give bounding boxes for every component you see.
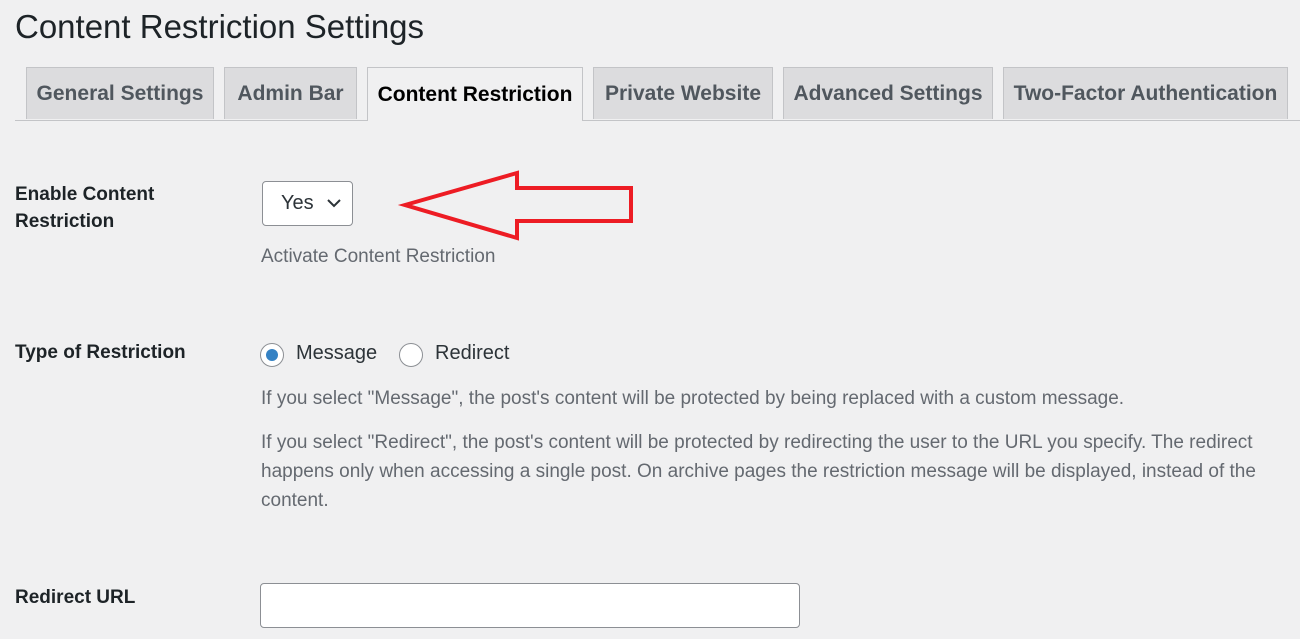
radio-redirect[interactable] [399,343,423,367]
message-description: If you select "Message", the post's cont… [261,388,1125,409]
tab-two-factor-authentication[interactable]: Two-Factor Authentication [1003,67,1288,119]
arrow-left-icon [397,170,633,241]
radio-message[interactable] [260,343,284,367]
redirect-description: If you select "Redirect", the post's con… [261,432,1256,511]
tab-advanced-settings[interactable]: Advanced Settings [783,67,993,119]
redirect-url-label: Redirect URL [15,587,136,608]
redirect-url-input[interactable] [260,583,800,628]
radio-message-label[interactable]: Message [296,342,377,365]
type-of-restriction-label: Type of Restriction [15,342,186,363]
radio-redirect-label[interactable]: Redirect [435,342,509,365]
